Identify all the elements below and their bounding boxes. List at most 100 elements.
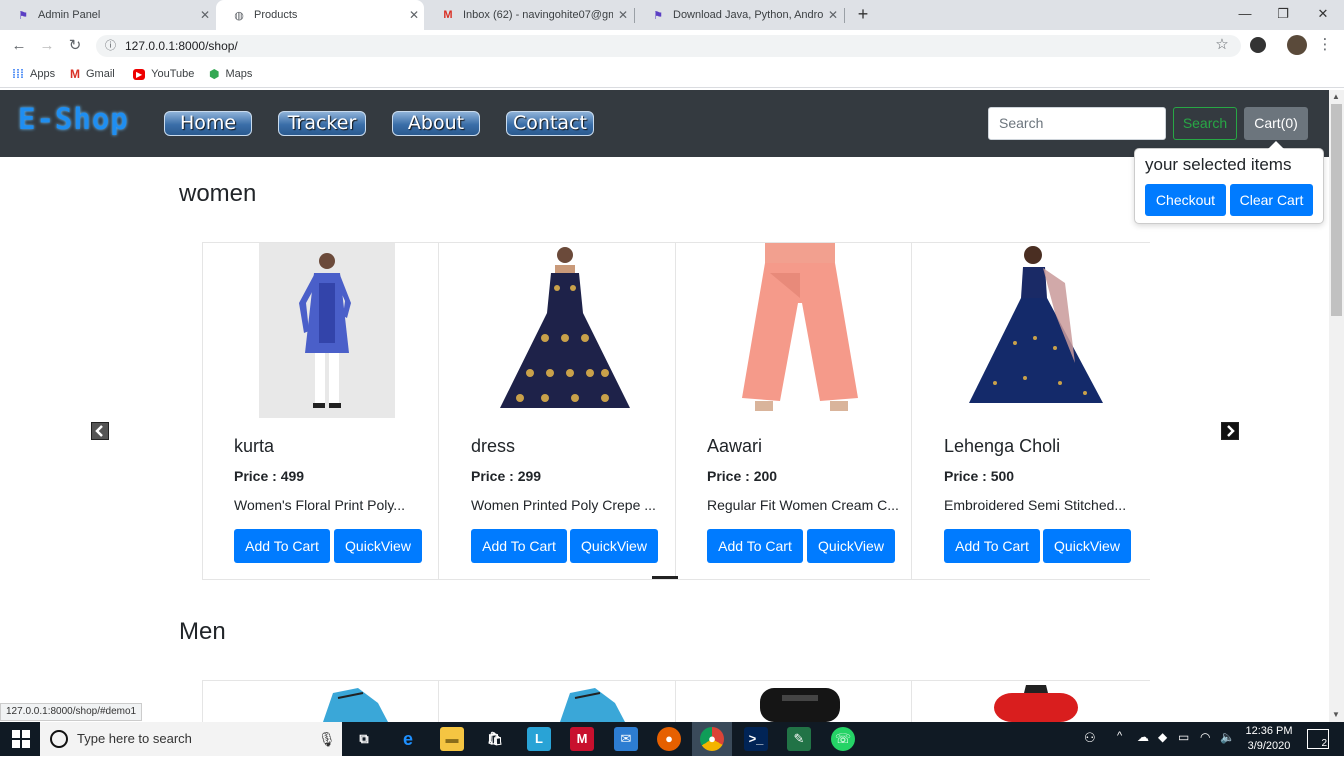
search-button[interactable]: Search bbox=[1173, 107, 1237, 140]
quickview-button[interactable]: QuickView bbox=[334, 529, 422, 563]
wifi-icon[interactable]: ◠ bbox=[1200, 730, 1210, 744]
tab-products[interactable]: ◍ Products ✕ bbox=[216, 0, 424, 30]
close-icon[interactable]: ✕ bbox=[195, 8, 215, 22]
nav-about[interactable]: About bbox=[392, 111, 480, 136]
clear-cart-button[interactable]: Clear Cart bbox=[1230, 184, 1313, 216]
l-app-icon[interactable]: L bbox=[527, 727, 551, 751]
product-description: Regular Fit Women Cream C... bbox=[707, 497, 899, 513]
quickview-button[interactable]: QuickView bbox=[570, 529, 658, 563]
django-icon: ⚑ bbox=[18, 9, 28, 22]
extension-icon[interactable] bbox=[1250, 37, 1266, 53]
reload-icon[interactable]: ↻ bbox=[65, 36, 85, 56]
cart-button[interactable]: Cart(0) bbox=[1244, 107, 1308, 140]
scroll-down-icon[interactable]: ▼ bbox=[1332, 710, 1340, 719]
add-to-cart-button[interactable]: Add To Cart bbox=[944, 529, 1040, 563]
product-image-dress[interactable] bbox=[495, 243, 635, 418]
scrollbar-thumb[interactable] bbox=[1331, 104, 1342, 316]
bookmark-youtube[interactable]: ▶ YouTube bbox=[133, 66, 194, 82]
notepad-icon[interactable]: ✎ bbox=[787, 727, 811, 751]
product-image-kurta[interactable] bbox=[259, 243, 395, 418]
mail-icon[interactable]: ✉ bbox=[614, 727, 638, 751]
apps-grid-icon: ⁞⁞⁞ bbox=[12, 67, 24, 81]
carousel-prev-icon[interactable] bbox=[91, 422, 109, 440]
gmail-icon: M bbox=[70, 67, 80, 81]
whatsapp-icon[interactable]: ☏ bbox=[831, 727, 855, 751]
task-view-icon[interactable]: ⧉ bbox=[352, 727, 376, 751]
taskbar-search-input[interactable]: Type here to search 🎙 bbox=[40, 722, 342, 756]
gmail-icon: M bbox=[443, 9, 453, 21]
product-price: Price : 299 bbox=[471, 468, 542, 484]
scroll-up-icon[interactable]: ▲ bbox=[1332, 92, 1340, 101]
windows-start-icon[interactable] bbox=[12, 730, 30, 748]
dropbox-icon[interactable]: ◆ bbox=[1158, 730, 1167, 744]
microphone-icon[interactable]: 🎙 bbox=[318, 722, 336, 756]
edge-icon[interactable]: e bbox=[396, 727, 420, 751]
battery-icon[interactable]: ▭ bbox=[1178, 730, 1189, 744]
carousel-next-icon[interactable] bbox=[1221, 422, 1239, 440]
quickview-button[interactable]: QuickView bbox=[1043, 529, 1131, 563]
product-description: Women's Floral Print Poly... bbox=[234, 497, 405, 513]
firefox-icon[interactable]: ● bbox=[657, 727, 681, 751]
avatar[interactable] bbox=[1287, 35, 1307, 55]
product-image-backpack[interactable] bbox=[988, 683, 1084, 722]
tray-chevron-icon[interactable]: ^ bbox=[1117, 730, 1122, 742]
store-icon[interactable]: 🛍 bbox=[483, 727, 507, 751]
bookmark-label: Maps bbox=[225, 68, 253, 80]
window-close-icon[interactable]: ✕ bbox=[1303, 0, 1343, 30]
close-icon[interactable]: ✕ bbox=[404, 8, 424, 22]
taskbar-clock[interactable]: 12:36 PM 3/9/2020 bbox=[1244, 724, 1294, 754]
add-to-cart-button[interactable]: Add To Cart bbox=[707, 529, 803, 563]
tab-admin-panel[interactable]: ⚑ Admin Panel ✕ bbox=[0, 0, 215, 30]
bookmark-label: Gmail bbox=[86, 68, 115, 80]
tab-title: Download Java, Python, Android bbox=[673, 9, 823, 21]
new-tab-icon[interactable]: + bbox=[843, 0, 883, 30]
add-to-cart-button[interactable]: Add To Cart bbox=[471, 529, 567, 563]
info-icon[interactable]: ⓘ bbox=[105, 35, 116, 57]
chrome-icon[interactable]: ● bbox=[700, 727, 724, 751]
product-image-aawari[interactable] bbox=[730, 243, 870, 418]
bookmark-apps[interactable]: ⁞⁞⁞ Apps bbox=[12, 66, 55, 82]
file-explorer-icon[interactable]: ▬ bbox=[440, 727, 464, 751]
address-bar[interactable]: ⓘ 127.0.0.1:8000/shop/ bbox=[96, 35, 1241, 57]
bookmark-maps[interactable]: ⬢ Maps bbox=[209, 66, 252, 82]
taskbar-search-placeholder: Type here to search bbox=[77, 731, 192, 746]
minimize-icon[interactable]: — bbox=[1225, 0, 1265, 30]
close-icon[interactable]: ✕ bbox=[613, 8, 633, 22]
bookmark-gmail[interactable]: M Gmail bbox=[70, 66, 115, 82]
menu-kebab-icon[interactable]: ⋮ bbox=[1315, 35, 1335, 55]
tab-download[interactable]: ⚑ Download Java, Python, Android ✕ bbox=[635, 0, 843, 30]
clock-date: 3/9/2020 bbox=[1247, 740, 1291, 752]
tab-gmail[interactable]: M Inbox (62) - navingohite07@gma ✕ bbox=[425, 0, 633, 30]
volume-icon[interactable]: 🔈 bbox=[1220, 730, 1235, 744]
cortana-icon bbox=[50, 730, 68, 748]
product-image-shoe[interactable] bbox=[318, 683, 392, 722]
nav-contact[interactable]: Contact bbox=[506, 111, 594, 136]
quickview-button[interactable]: QuickView bbox=[807, 529, 895, 563]
bookmark-label: Apps bbox=[30, 68, 56, 80]
back-icon[interactable]: ← bbox=[9, 36, 29, 56]
bookmark-star-icon[interactable]: ☆ bbox=[1212, 35, 1232, 55]
forward-icon[interactable]: → bbox=[37, 36, 57, 56]
close-icon[interactable]: ✕ bbox=[823, 8, 843, 22]
notification-center-icon[interactable]: 2 bbox=[1307, 729, 1329, 749]
section-title-women: women bbox=[179, 180, 257, 207]
nav-tracker[interactable]: Tracker bbox=[278, 111, 366, 136]
tab-title: Products bbox=[254, 9, 298, 21]
maximize-icon[interactable]: ❐ bbox=[1263, 0, 1303, 30]
product-price: Price : 499 bbox=[234, 468, 305, 484]
nav-home[interactable]: Home bbox=[164, 111, 252, 136]
product-image-shoe[interactable] bbox=[555, 683, 629, 722]
add-to-cart-button[interactable]: Add To Cart bbox=[234, 529, 330, 563]
checkout-button[interactable]: Checkout bbox=[1145, 184, 1226, 216]
search-input[interactable]: Search bbox=[988, 107, 1166, 140]
carousel-indicator[interactable] bbox=[652, 576, 678, 579]
mcafee-icon[interactable]: M bbox=[570, 727, 594, 751]
globe-icon: ◍ bbox=[234, 9, 244, 22]
people-icon[interactable]: ⚇ bbox=[1084, 730, 1096, 746]
product-image-lehenga[interactable] bbox=[965, 243, 1105, 418]
powershell-icon[interactable]: >_ bbox=[744, 727, 768, 751]
brand-logo[interactable]: E-Shop bbox=[18, 102, 129, 136]
product-image-bag[interactable] bbox=[752, 683, 848, 722]
product-description: Embroidered Semi Stitched... bbox=[944, 497, 1127, 513]
onedrive-icon[interactable]: ☁ bbox=[1137, 730, 1149, 744]
